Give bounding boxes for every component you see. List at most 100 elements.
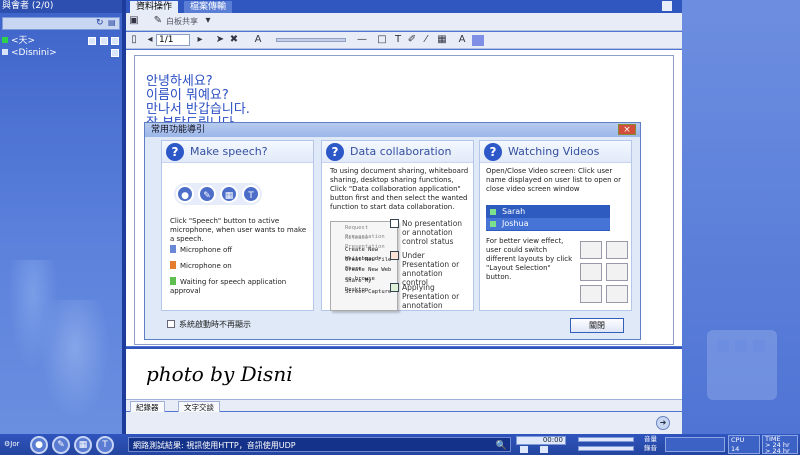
grid-button[interactable]: ▦	[74, 436, 92, 454]
layout-description: For better view effect, user could switc…	[486, 237, 573, 281]
user-name: Sarah	[502, 207, 526, 216]
video-icon[interactable]	[100, 37, 108, 45]
text-icon[interactable]: T	[392, 34, 404, 46]
user-name: <Disnini>	[11, 48, 57, 58]
status-indicator	[2, 37, 8, 43]
audio-icon[interactable]	[111, 37, 119, 45]
layout-thumbnails	[580, 241, 630, 307]
user-name: <天>	[11, 36, 36, 46]
collab-description: To using document sharing, whiteboard sh…	[330, 167, 469, 211]
tab-file-transfer[interactable]: 檔案傳輸	[184, 1, 233, 13]
status-indicator	[490, 209, 496, 215]
logo: ⚙Jor	[4, 440, 20, 448]
whiteboard-icon	[390, 283, 399, 292]
whiteboard-share-label[interactable]: 白板共享	[166, 16, 198, 27]
image-icon[interactable]: ▦	[436, 34, 448, 46]
edit-icon[interactable]	[88, 37, 96, 45]
panel-header: ? Data collaboration	[322, 141, 473, 163]
mic-on-icon	[170, 261, 176, 269]
edit-icon[interactable]: ✎	[152, 15, 164, 27]
stop-icon[interactable]	[540, 446, 548, 453]
status-indicator	[2, 49, 8, 55]
session-time: TIME > 24 hr > 24 hr	[762, 435, 798, 455]
search-icon[interactable]: 🔍	[496, 439, 507, 454]
rectangle-icon[interactable]: □	[376, 34, 388, 46]
toolbar-primary: ▣ ✎ 白板共享 ▾	[126, 13, 682, 31]
mic-off-icon	[170, 245, 176, 253]
film-icon	[707, 330, 777, 400]
chevron-down-icon[interactable]: ▾	[202, 15, 214, 27]
document-icon[interactable]: ▯	[128, 34, 140, 46]
text-button[interactable]: T	[96, 436, 114, 454]
dont-show-checkbox[interactable]	[167, 320, 175, 328]
microphone-button[interactable]: ●	[30, 436, 48, 454]
video-icon[interactable]	[111, 49, 119, 57]
next-page-icon[interactable]: ▸	[194, 34, 206, 46]
cpu-value: 14	[731, 445, 740, 453]
feature-under-control: Under Presentation or annotation control	[390, 251, 470, 287]
speech-panel: ? Make speech? ● ✎ ▦ T Click "Speech" bu…	[161, 140, 314, 311]
font-icon[interactable]: A	[252, 34, 264, 46]
participant-panel: 與會者 (2/0) ↻ ▤ <天> <Disnini>	[0, 0, 122, 434]
participant-header: 與會者 (2/0)	[0, 0, 122, 13]
feature-label: No presentation or annotation control st…	[402, 219, 463, 246]
feature-label: Applying Presentation or annotation	[402, 283, 460, 310]
send-icon[interactable]: ➜	[656, 416, 670, 430]
line-style-icon[interactable]: —	[352, 34, 372, 46]
page-number-input[interactable]: 1/1	[156, 34, 190, 46]
help-icon: ?	[484, 143, 502, 161]
layout-icon[interactable]: ▣	[128, 15, 140, 27]
prev-page-icon[interactable]: ◂	[144, 34, 156, 46]
pen-icon[interactable]: ✐	[406, 34, 418, 46]
panel-header: ? Make speech?	[162, 141, 313, 163]
video-user-row: Sarah	[486, 206, 610, 218]
korean-line: 만나서 반갑습니다.	[146, 102, 250, 117]
restore-icon[interactable]	[662, 1, 672, 11]
tab-text-chat[interactable]: 文字交談	[178, 401, 220, 412]
panel-header: ? Watching Videos	[480, 141, 631, 163]
volume-slider[interactable]	[578, 437, 634, 442]
zoom-slider[interactable]	[276, 38, 346, 42]
close-button[interactable]: ×	[618, 124, 636, 135]
feature-applying: Applying Presentation or annotation	[390, 283, 470, 310]
feature-no-control: No presentation or annotation control st…	[390, 219, 470, 246]
status-text: 網路測試結果: 視訊使用HTTP，音訊使用UDP	[133, 441, 296, 450]
dialog-title: 常用功能導引	[145, 123, 640, 137]
play-icon[interactable]	[520, 446, 528, 453]
legend-mic-waiting: Waiting for speech application approval	[170, 277, 313, 296]
video-description: Open/Close Video screen: Click user name…	[486, 167, 621, 193]
chat-input[interactable]: ➜	[126, 412, 682, 434]
feature-label: Under Presentation or annotation control	[402, 251, 460, 287]
korean-line: 안녕하세요?	[146, 74, 213, 89]
bottom-statusbar: ⚙Jor ● ✎ ▦ T 網路測試結果: 視訊使用HTTP，音訊使用UDP 🔍 …	[0, 434, 800, 455]
legend-label: Microphone on	[180, 262, 232, 270]
korean-line: 이름이 뭐예요?	[146, 88, 229, 103]
pointer-icon[interactable]: ➤	[214, 34, 226, 46]
collaboration-panel: ? Data collaboration To using document s…	[321, 140, 474, 311]
close-dialog-button[interactable]: 關閉	[570, 318, 624, 333]
layout-icon	[580, 241, 602, 259]
audio-label: 音量	[644, 435, 657, 443]
tab-recorder[interactable]: 紀錄器	[130, 401, 165, 412]
video-user-row: Joshua	[486, 218, 610, 230]
panel-title: Watching Videos	[508, 145, 600, 158]
grid-icon: ▦	[220, 185, 238, 203]
microphone-icon: ●	[176, 185, 194, 203]
marker-icon[interactable]: ⁄	[420, 34, 432, 46]
user-item-tian[interactable]: <天>	[0, 35, 122, 47]
video-user-list: Sarah Joshua	[486, 205, 610, 231]
delete-icon[interactable]: ✖	[228, 34, 240, 46]
legend-mic-on: Microphone on	[170, 261, 232, 271]
user-item-disnini[interactable]: <Disnini>	[0, 47, 122, 59]
rec-label: 錄音	[644, 444, 657, 452]
font-color-icon[interactable]: A	[456, 34, 468, 46]
user-name: Joshua	[502, 219, 529, 228]
quick-guide-dialog: 常用功能導引 × ? Make speech? ● ✎ ▦ T Click "S…	[144, 122, 641, 340]
edit-button[interactable]: ✎	[52, 436, 70, 454]
filter-icon[interactable]: ▤	[108, 18, 118, 28]
mic-volume-slider[interactable]	[578, 446, 634, 451]
color-swatch[interactable]	[472, 35, 484, 46]
speech-button-bar: ● ✎ ▦ T	[174, 183, 262, 205]
refresh-icon[interactable]: ↻	[96, 18, 106, 28]
tab-data-operation[interactable]: 資料操作	[130, 1, 179, 13]
